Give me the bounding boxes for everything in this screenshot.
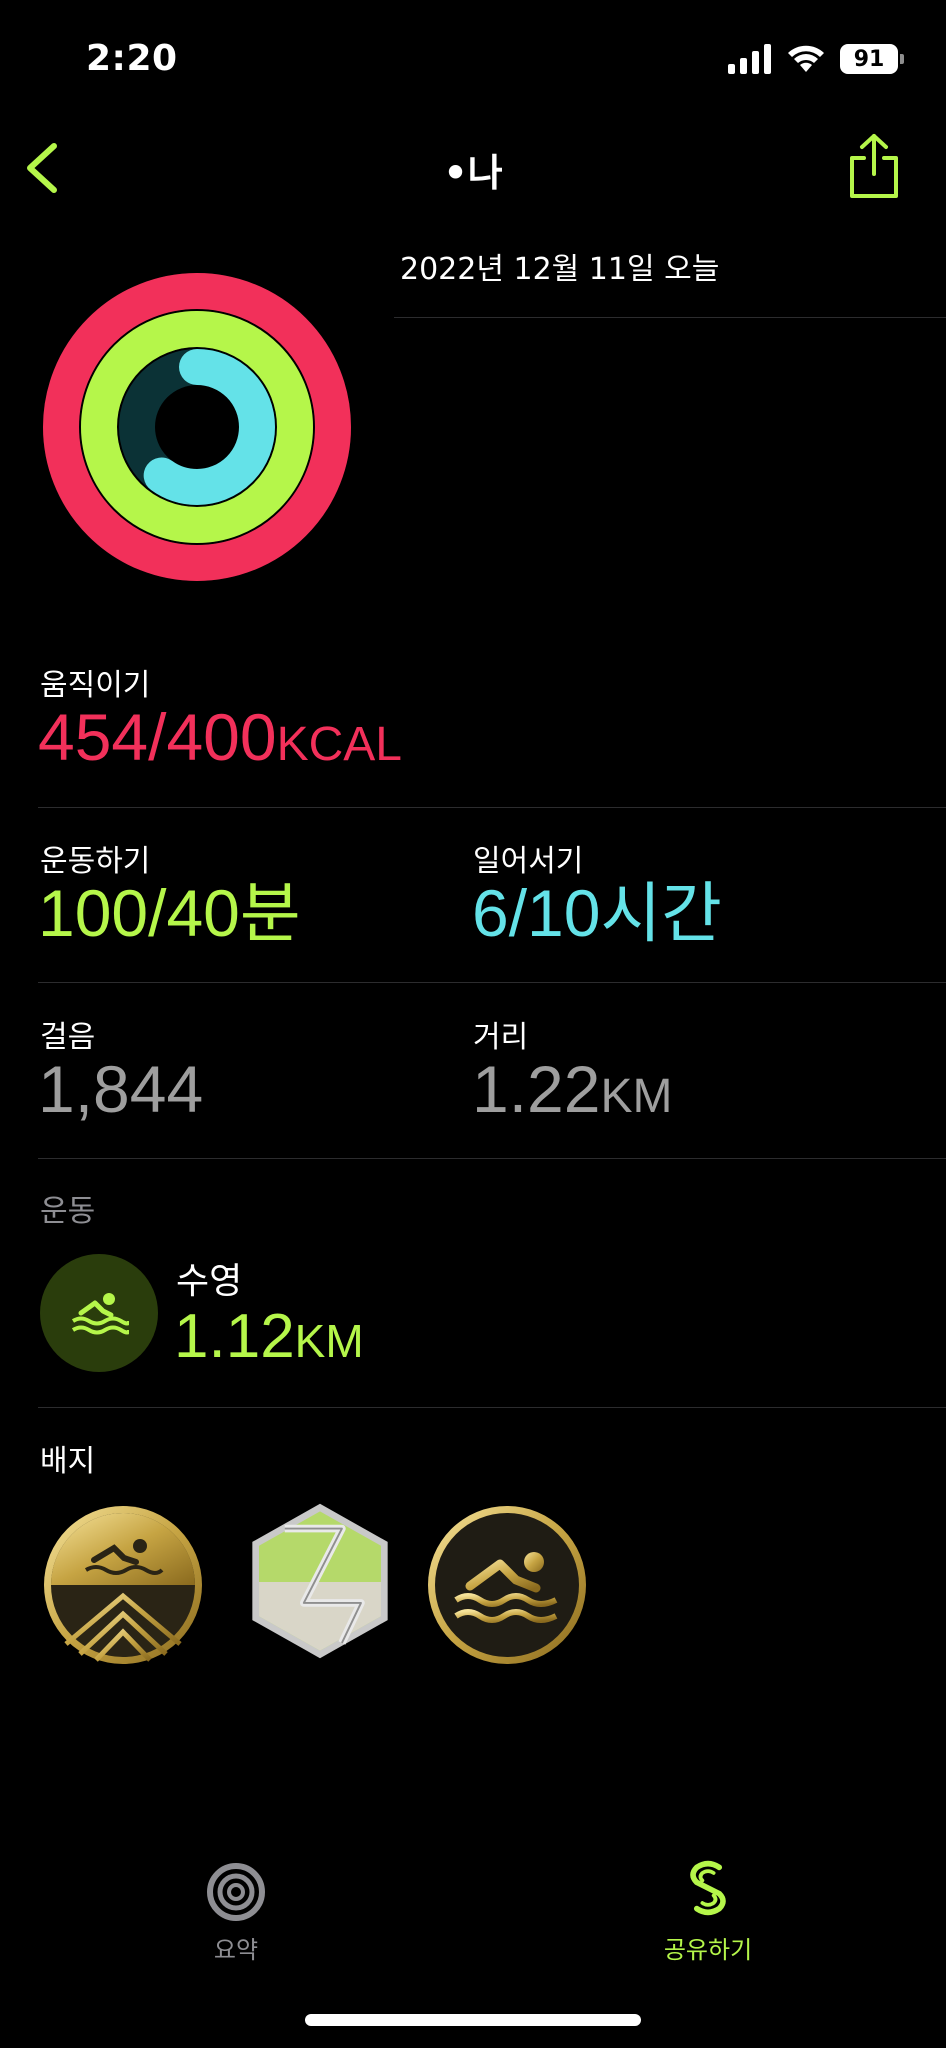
workouts-section-label: 운동	[40, 1194, 96, 1229]
move-value-number: 454/400	[38, 700, 277, 774]
stand-value: 6/10시간	[472, 876, 722, 950]
status-indicators: 91	[728, 44, 904, 74]
wifi-icon	[788, 45, 824, 72]
distance-label: 거리	[473, 1020, 529, 1055]
tab-sharing[interactable]: 공유하기	[608, 1930, 808, 1965]
workout-distance-number: 1.12	[174, 1302, 295, 1371]
swimming-badge-icon[interactable]	[426, 1504, 588, 1666]
hexagon-badge-icon[interactable]	[239, 1500, 401, 1662]
battery-level: 91	[853, 46, 885, 72]
distance-value-unit: KM	[600, 1070, 673, 1123]
divider	[38, 1158, 946, 1159]
tab-summary[interactable]: 요약	[136, 1930, 336, 1965]
share-icon[interactable]	[846, 132, 902, 202]
exercise-label: 운동하기	[40, 844, 151, 879]
rings-icon[interactable]	[206, 1862, 266, 1922]
divider	[38, 807, 946, 808]
workout-distance-unit: KM	[294, 1315, 364, 1367]
stand-label: 일어서기	[473, 844, 584, 879]
activity-rings	[43, 273, 351, 581]
divider	[38, 1407, 946, 1408]
exercise-value: 100/40분	[38, 876, 301, 950]
divider	[394, 317, 946, 318]
sharing-icon[interactable]	[678, 1858, 738, 1918]
workout-distance: 1.12KM	[174, 1306, 364, 1368]
workout-item-swim[interactable]	[40, 1254, 158, 1372]
move-label: 움직이기	[40, 668, 151, 703]
move-value-unit: KCAL	[276, 718, 402, 771]
distance-value-number: 1.22	[472, 1052, 601, 1126]
move-value: 454/400KCAL	[38, 704, 402, 770]
date-label: 2022년 12월 11일 오늘	[400, 252, 720, 287]
battery-indicator: 91	[840, 44, 904, 74]
distance-value: 1.22KM	[472, 1056, 672, 1122]
swimming-icon	[71, 1293, 129, 1335]
status-time: 2:20	[86, 38, 178, 79]
home-indicator	[305, 2014, 641, 2026]
page-title: •나	[443, 151, 503, 195]
divider	[38, 982, 946, 983]
badges-section-label: 배지	[40, 1444, 96, 1479]
steps-value: 1,844	[38, 1052, 204, 1126]
swim-mountain-badge-icon[interactable]	[42, 1504, 204, 1666]
workout-name: 수영	[176, 1261, 243, 1302]
steps-label: 걸음	[40, 1020, 96, 1055]
signal-icon	[728, 44, 771, 74]
